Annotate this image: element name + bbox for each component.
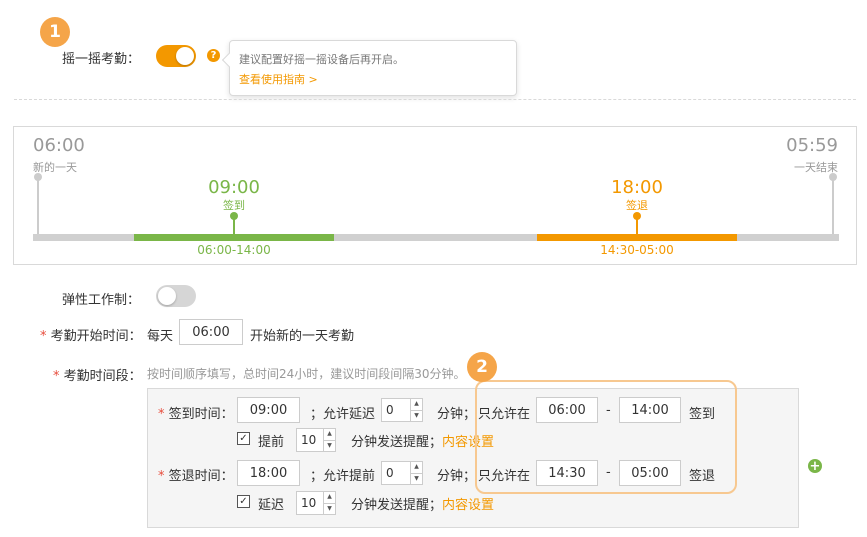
checkout-marker-time: 18:00 xyxy=(611,177,663,198)
tooltip-arrow xyxy=(221,52,237,68)
stepper-arrows[interactable]: ▲ ▼ xyxy=(323,492,335,514)
flex-work-label: 弹性工作制： xyxy=(62,293,141,308)
shake-tooltip: 建议配置好摇一摇设备后再开启。 查看使用指南 > xyxy=(221,40,517,96)
shake-attendance-toggle[interactable] xyxy=(156,45,196,67)
checkin-range-bar xyxy=(134,234,334,241)
tooltip-text: 建议配置好摇一摇设备后再开启。 xyxy=(239,53,404,66)
checkout-remind-checkbox[interactable]: ✓ xyxy=(237,495,250,508)
question-icon[interactable]: ? xyxy=(207,49,220,62)
checkout-remind-stepper[interactable]: 10 ▲ ▼ xyxy=(296,491,336,515)
checkout-range-bar xyxy=(537,234,737,241)
stepper-arrows[interactable]: ▲ ▼ xyxy=(410,399,422,421)
checkin-delay-stepper[interactable]: 0 ▲ ▼ xyxy=(381,398,423,422)
checkout-marker-stem xyxy=(636,218,638,235)
attendance-start-prefix: 每天 xyxy=(147,329,174,344)
day-start-stem xyxy=(37,179,39,235)
checkout-time-label-text: 签退时间： xyxy=(168,469,234,484)
usage-guide-link[interactable]: 查看使用指南 > xyxy=(239,71,318,87)
stepper-arrows[interactable]: ▲ ▼ xyxy=(323,429,335,451)
checkin-time-label: * 签到时间： xyxy=(158,403,234,422)
checkout-remind-suffix: 分钟发送提醒； xyxy=(351,498,443,513)
required-mark: * xyxy=(53,369,60,384)
shake-attendance-label: 摇一摇考勤： xyxy=(62,52,141,67)
checkout-early-stepper[interactable]: 0 ▲ ▼ xyxy=(381,461,423,485)
checkin-marker-stem xyxy=(233,218,235,235)
timeline-panel: 06:00 新的一天 05:59 一天结束 09:00 签到 18:00 签退 … xyxy=(13,126,857,265)
checkin-marker-label: 签到 xyxy=(223,199,245,212)
flex-work-toggle[interactable] xyxy=(156,285,196,307)
checkout-early-label: ；允许提前 xyxy=(310,469,376,484)
toggle-knob xyxy=(176,47,194,65)
checkout-early-value: 0 xyxy=(386,466,394,480)
stepper-down-icon[interactable]: ▼ xyxy=(324,439,335,452)
attendance-period-label: * 考勤时间段： xyxy=(53,365,142,384)
day-end-stem xyxy=(832,179,834,235)
checkin-range-label: 06:00-14:00 xyxy=(197,243,271,257)
checkout-remind-label: 延迟 xyxy=(258,498,285,513)
section-divider xyxy=(14,99,856,100)
checkin-remind-suffix: 分钟发送提醒； xyxy=(351,435,443,450)
toggle-knob xyxy=(158,287,176,305)
stepper-down-icon[interactable]: ▼ xyxy=(411,409,422,422)
highlight-box xyxy=(475,380,737,494)
checkin-time-label-text: 签到时间： xyxy=(168,407,234,422)
attendance-period-hint: 按时间顺序填写，总时间24小时，建议时间段间隔30分钟。 xyxy=(147,367,466,381)
checkout-range-label: 14:30-05:00 xyxy=(600,243,674,257)
checkout-remind-value: 10 xyxy=(301,496,317,510)
checkin-remind-label: 提前 xyxy=(258,435,285,450)
required-mark: * xyxy=(158,469,165,484)
attendance-start-input[interactable]: 06:00 xyxy=(179,319,243,345)
attendance-start-label-text: 考勤开始时间： xyxy=(50,329,142,344)
attendance-start-label: * 考勤开始时间： xyxy=(40,325,142,344)
stepper-down-icon[interactable]: ▼ xyxy=(324,502,335,515)
checkin-remind-value: 10 xyxy=(301,433,317,447)
stepper-up-icon[interactable]: ▲ xyxy=(411,462,422,473)
checkout-time-input[interactable]: 18:00 xyxy=(237,460,300,486)
step-badge-1: 1 xyxy=(40,17,70,47)
checkin-minute-label: 分钟； xyxy=(437,407,477,422)
checkout-content-settings-link[interactable]: 内容设置 xyxy=(442,494,494,513)
checkout-marker-label: 签退 xyxy=(626,199,648,212)
checkout-minute-label: 分钟； xyxy=(437,469,477,484)
checkin-marker-time: 09:00 xyxy=(208,177,260,198)
checkin-delay-label: ；允许延迟 xyxy=(310,407,376,422)
attendance-period-label-text: 考勤时间段： xyxy=(63,369,142,384)
required-mark: * xyxy=(158,407,165,422)
day-end-time: 05:59 xyxy=(786,135,838,156)
attendance-start-suffix: 开始新的一天考勤 xyxy=(250,329,355,344)
checkin-remind-checkbox[interactable]: ✓ xyxy=(237,432,250,445)
add-period-plus-icon[interactable]: + xyxy=(808,459,822,473)
checkout-time-label: * 签退时间： xyxy=(158,465,234,484)
stepper-arrows[interactable]: ▲ ▼ xyxy=(410,462,422,484)
stepper-up-icon[interactable]: ▲ xyxy=(324,429,335,440)
checkin-time-input[interactable]: 09:00 xyxy=(237,397,300,423)
stepper-up-icon[interactable]: ▲ xyxy=(411,399,422,410)
stepper-up-icon[interactable]: ▲ xyxy=(324,492,335,503)
checkin-remind-stepper[interactable]: 10 ▲ ▼ xyxy=(296,428,336,452)
stepper-down-icon[interactable]: ▼ xyxy=(411,472,422,485)
step-badge-2: 2 xyxy=(467,352,497,382)
checkin-delay-value: 0 xyxy=(386,403,394,417)
required-mark: * xyxy=(40,329,47,344)
day-start-time: 06:00 xyxy=(33,135,85,156)
